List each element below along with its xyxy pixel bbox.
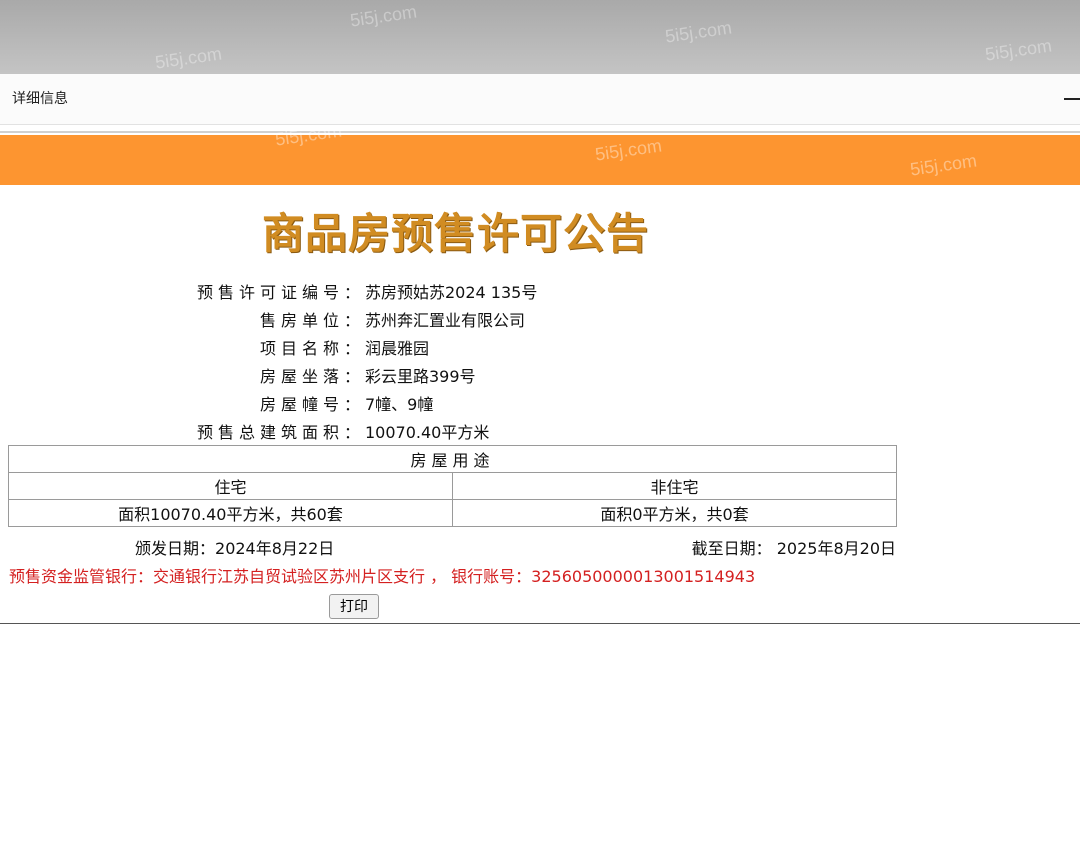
table-row: 面积10070.40平方米，共60套 面积0平方米，共0套	[8, 499, 897, 527]
field-value: 彩云里路399号	[365, 367, 476, 386]
issue-date-label: 颁发日期：	[135, 539, 216, 558]
expiry-date-row: 截至日期： 2025年8月20日	[692, 535, 896, 559]
print-button[interactable]: 打印	[329, 594, 379, 619]
usage-table-header: 房屋用途	[8, 445, 897, 473]
supervision-bank-info: 预售资金监管银行：交通银行江苏自贸试验区苏州片区支行 ， 银行账号：325605…	[9, 567, 756, 586]
field-separator: ：	[343, 339, 360, 358]
residential-value: 面积10070.40平方米，共60套	[8, 499, 453, 527]
field-value: 苏房预姑苏2024 135号	[365, 283, 538, 302]
table-row: 住宅 非住宅	[8, 472, 897, 500]
field-label: 房屋坐落	[259, 367, 344, 386]
divider	[0, 623, 1080, 624]
field-label: 售房单位	[259, 311, 344, 330]
expiry-date-label: 截至日期：	[691, 539, 772, 558]
field-separator: ：	[343, 395, 360, 414]
field-label: 房屋幢号	[259, 395, 344, 414]
field-value: 苏州奔汇置业有限公司	[365, 311, 526, 330]
field-label: 预售总建筑面积	[196, 423, 344, 442]
field-separator: ：	[343, 311, 360, 330]
field-value: 10070.40平方米	[365, 423, 490, 442]
issue-date-row: 颁发日期：2024年8月22日	[135, 535, 334, 559]
minimize-icon[interactable]	[1062, 94, 1080, 104]
column-non-residential: 非住宅	[452, 472, 897, 500]
field-separator: ：	[343, 423, 360, 442]
column-residential: 住宅	[8, 472, 453, 500]
usage-table: 房屋用途 住宅 非住宅 面积10070.40平方米，共60套 面积0平方米，共0…	[8, 445, 897, 527]
divider	[0, 131, 1080, 133]
dialog-title: 详细信息	[12, 91, 68, 107]
field-separator: ：	[343, 367, 360, 386]
background-overlay	[0, 0, 1080, 74]
field-value: 润晨雅园	[365, 339, 430, 358]
field-label: 预售许可证编号	[196, 283, 344, 302]
field-separator: ：	[343, 283, 360, 302]
notice-title: 商品房预售许可公告	[262, 209, 650, 258]
field-label: 项目名称	[259, 339, 344, 358]
issue-date: 2024年8月22日	[215, 539, 335, 558]
header-banner	[0, 135, 1080, 185]
table-header-row: 房屋用途	[8, 445, 897, 473]
field-value: 7幢、9幢	[365, 395, 434, 414]
dialog-header: 详细信息	[0, 74, 1080, 125]
non-residential-value: 面积0平方米，共0套	[452, 499, 897, 527]
expiry-date: 2025年8月20日	[776, 539, 896, 558]
